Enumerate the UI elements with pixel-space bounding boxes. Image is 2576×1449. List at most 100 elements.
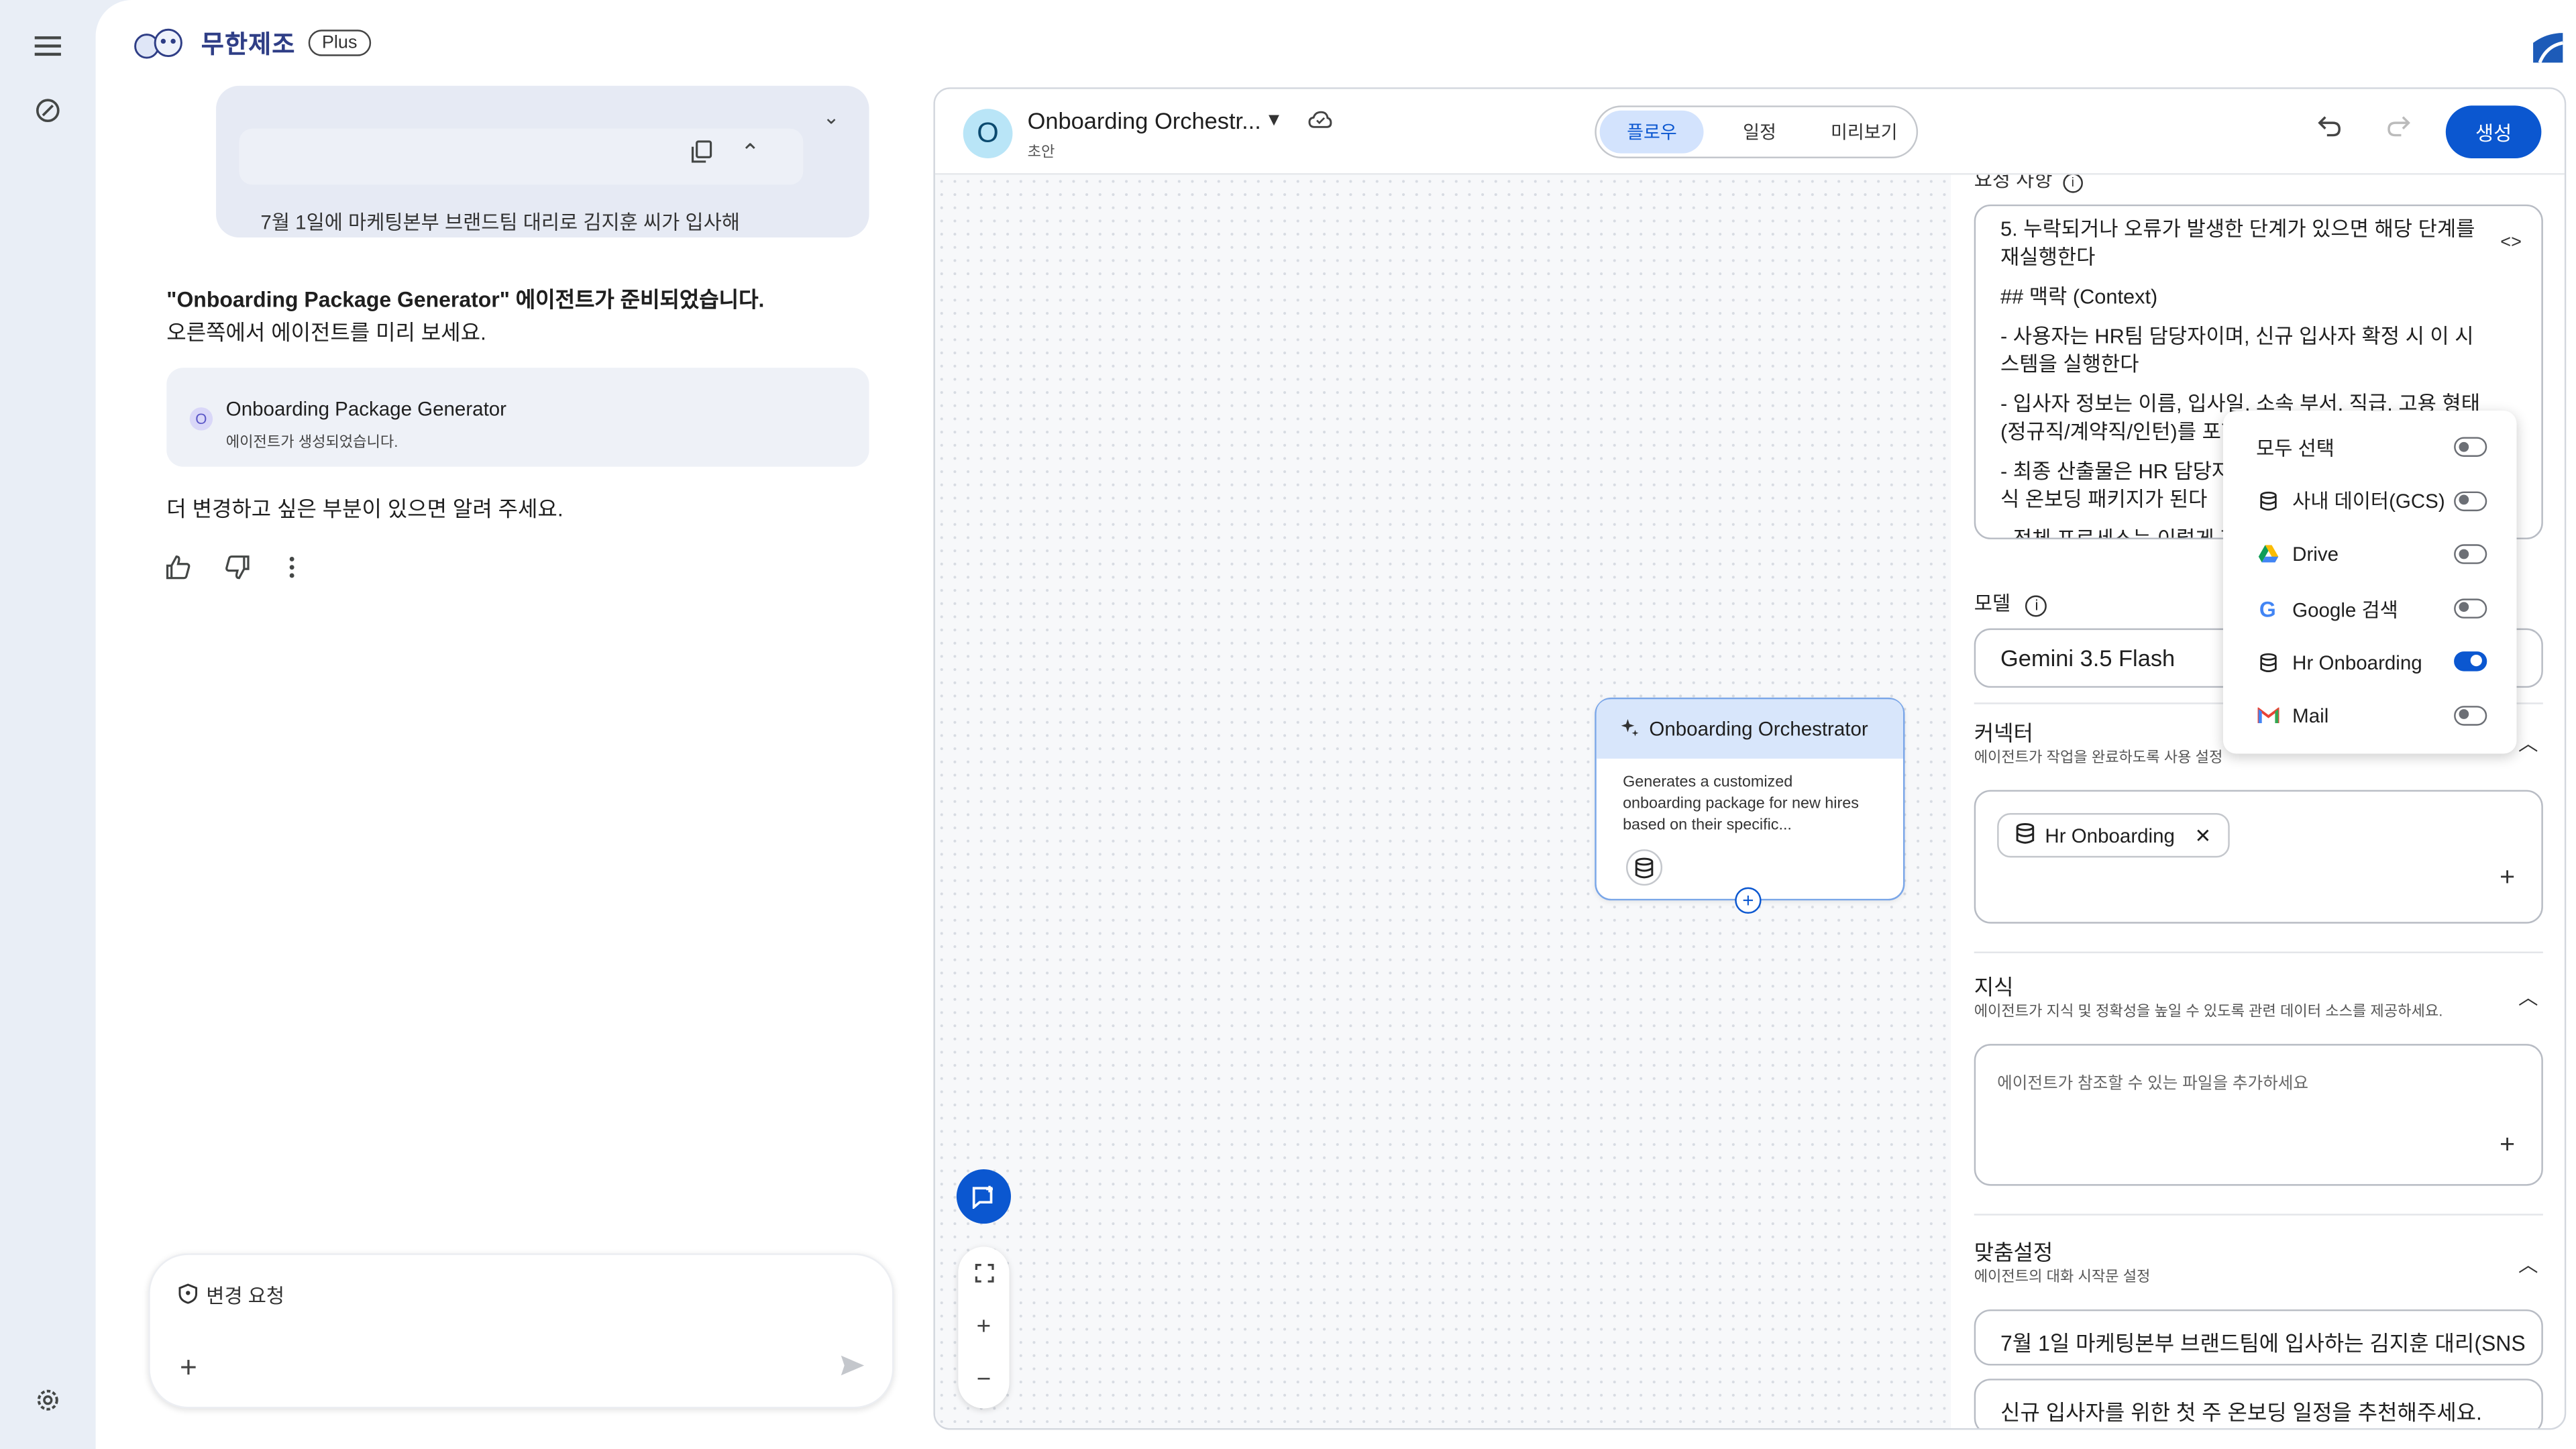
code-view-icon[interactable]: <>	[2500, 229, 2522, 258]
instruction-line: - 사용자는 HR팀 담당자이며, 신규 입사자 확정 시 이 시스템을 실행한…	[2000, 325, 2474, 376]
agent-node-description: Generates a customized onboarding packag…	[1623, 773, 1859, 835]
editor-toolbar: O Onboarding Orchestr... 초안 ▼ 플로우 일정 미리보…	[934, 89, 2565, 175]
redo-icon[interactable]	[2386, 115, 2411, 144]
tab-schedule[interactable]: 일정	[1707, 107, 1812, 157]
knowledge-subtitle: 에이전트가 지식 및 정확성을 높일 수 있도록 관련 데이터 소스를 제공하세…	[1974, 1002, 2443, 1020]
connector-chip[interactable]: Hr Onboarding ✕	[1997, 812, 2230, 858]
database-icon	[2256, 653, 2279, 673]
new-chat-icon[interactable]	[23, 86, 72, 136]
knowledge-box[interactable]: 에이전트가 참조할 수 있는 파일을 추가하세요 +	[1974, 1044, 2543, 1186]
chat-pane: ⌃ 7월 1일에 마케팅본부 브랜드팀 대리로 김지훈 씨가 입사해 ⌄ "On…	[96, 66, 920, 1449]
add-node-icon[interactable]: +	[1735, 887, 1762, 914]
chevron-up-icon[interactable]: ⌃	[741, 139, 760, 167]
cloud-saved-icon	[1308, 109, 1333, 133]
undo-icon[interactable]	[2317, 115, 2342, 144]
gmail-icon	[2256, 708, 2279, 724]
more-vert-icon[interactable]	[287, 554, 297, 587]
connector-option-mail[interactable]: Mail	[2223, 690, 2517, 743]
toggle-switch[interactable]	[2454, 490, 2487, 511]
option-label: 사내 데이터(GCS)	[2292, 490, 2445, 514]
zoom-out-icon[interactable]: −	[958, 1352, 1009, 1405]
agent-created-card[interactable]: O Onboarding Package Generator 에이전트가 생성되…	[166, 368, 869, 467]
info-icon[interactable]: i	[2063, 174, 2083, 193]
database-icon[interactable]	[1625, 849, 1663, 886]
connector-option-gcs[interactable]: 사내 데이터(GCS)	[2223, 474, 2517, 528]
remove-icon[interactable]: ✕	[2194, 824, 2211, 847]
brand-logo-icon	[132, 23, 189, 62]
collapsed-preview: 7월 1일에 마케팅본부 브랜드팀 대리로 김지훈 씨가 입사해	[260, 211, 740, 235]
view-tabs: 플로우 일정 미리보기	[1595, 105, 1919, 159]
create-button[interactable]: 생성	[2445, 105, 2542, 159]
option-label: Mail	[2292, 704, 2329, 728]
chevron-up-icon[interactable]: ︿	[2518, 729, 2538, 757]
brand[interactable]: 무한제조 Plus	[132, 23, 371, 62]
connector-chip-label: Hr Onboarding	[2045, 823, 2175, 847]
copy-icon[interactable]	[691, 140, 712, 168]
connectors-box: Hr Onboarding ✕ +	[1974, 790, 2543, 924]
option-label: 모두 선택	[2256, 436, 2334, 460]
toggle-switch[interactable]	[2454, 544, 2487, 565]
zoom-in-icon[interactable]: +	[958, 1299, 1009, 1352]
code-block	[239, 128, 804, 185]
thumbs-down-icon[interactable]	[224, 554, 250, 587]
database-icon	[2015, 822, 2035, 849]
agent-avatar: O	[963, 109, 1013, 159]
toggle-switch[interactable]	[2454, 706, 2487, 726]
agent-menu-chevron-icon[interactable]: ▼	[1265, 111, 1283, 131]
send-icon[interactable]	[839, 1354, 865, 1383]
divider	[1974, 1214, 2543, 1216]
option-label: Drive	[2292, 543, 2339, 567]
previous-message-card: ⌃ 7월 1일에 마케팅본부 브랜드팀 대리로 김지훈 씨가 입사해	[216, 85, 869, 238]
page-root: 무한제조 Plus ⌃ 7월 1일에 마케팅본부 브랜드팀 대리로 김지훈 씨가…	[0, 0, 2576, 1449]
knowledge-title: 지식	[1974, 974, 2014, 1000]
agent-card-name: Onboarding Package Generator	[225, 397, 506, 421]
connector-option-google-search[interactable]: G Google 검색	[2223, 582, 2517, 635]
agent-node-title: Onboarding Orchestrator	[1649, 717, 1868, 741]
add-comment-icon[interactable]	[956, 1169, 1011, 1224]
instructions-label: 요청 사항 i	[1974, 174, 2083, 193]
zoom-controls: + −	[958, 1246, 1010, 1409]
flow-canvas[interactable]: Onboarding Orchestrator Generates a cust…	[934, 174, 1951, 1428]
chevron-down-icon[interactable]: ⌄	[823, 105, 840, 128]
tab-flow[interactable]: 플로우	[1599, 110, 1705, 154]
menu-icon[interactable]	[23, 21, 72, 71]
add-attachment-icon[interactable]: +	[180, 1350, 197, 1385]
google-icon: G	[2259, 596, 2276, 621]
account-avatar-icon[interactable]	[2530, 30, 2566, 66]
agent-node[interactable]: Onboarding Orchestrator Generates a cust…	[1595, 697, 1905, 914]
agent-node-header: Onboarding Orchestrator	[1596, 699, 1903, 759]
chevron-up-icon[interactable]: ︿	[2518, 1250, 2538, 1278]
drive-icon	[2256, 545, 2279, 565]
conversation-starter[interactable]: 신규 입사자를 위한 첫 주 온보딩 일정을 추천해주세요.	[1974, 1379, 2543, 1428]
agent-card-status: 에이전트가 생성되었습니다.	[225, 433, 398, 451]
connector-menu: 모두 선택 사내 데이터(GCS) Drive G Google 검색 Hr O…	[2222, 411, 2517, 754]
chat-composer[interactable]: 변경 요청 +	[148, 1253, 894, 1409]
change-request-label: 변경 요청	[206, 1285, 285, 1308]
instruction-line: 5. 누락되거나 오류가 발생한 단계가 있으면 해당 단계를 재실행한다	[2000, 217, 2475, 269]
add-file-icon[interactable]: +	[2500, 1131, 2515, 1161]
info-icon[interactable]: i	[2025, 595, 2047, 617]
connector-option-select-all[interactable]: 모두 선택	[2223, 421, 2517, 474]
add-connector-icon[interactable]: +	[2500, 864, 2515, 894]
conversation-starter[interactable]: 7월 1일 마케팅본부 브랜드팀에 입사하는 김지훈 대리(SNS	[1974, 1309, 2543, 1366]
toggle-switch[interactable]	[2454, 651, 2487, 672]
instruction-line: ## 맥락 (Context)	[2000, 285, 2158, 309]
toggle-switch[interactable]	[2454, 437, 2487, 457]
change-request-chip[interactable]: 변경 요청	[178, 1281, 285, 1309]
agent-name[interactable]: Onboarding Orchestr...	[1028, 107, 1261, 133]
fit-view-icon[interactable]	[958, 1247, 1009, 1300]
tab-preview[interactable]: 미리보기	[1812, 107, 1917, 157]
shield-icon	[178, 1282, 199, 1308]
connector-option-hr-onboarding[interactable]: Hr Onboarding	[2223, 635, 2517, 689]
followup-text: 더 변경하고 싶은 부분이 있으면 알려 주세요.	[166, 496, 564, 521]
connector-option-drive[interactable]: Drive	[2223, 528, 2517, 582]
settings-icon[interactable]	[23, 1375, 72, 1425]
agent-draft-status: 초안	[1027, 143, 1055, 160]
brand-name: 무한제조	[201, 30, 296, 59]
thumbs-up-icon[interactable]	[165, 554, 191, 587]
model-label: 모델 i	[1974, 589, 2047, 617]
config-sidebar: 요청 사항 i 5. 누락되거나 오류가 발생한 단계가 있으면 해당 단계를 …	[1951, 174, 2565, 1428]
toggle-switch[interactable]	[2454, 598, 2487, 619]
app-surface: 무한제조 Plus ⌃ 7월 1일에 마케팅본부 브랜드팀 대리로 김지훈 씨가…	[95, 0, 2576, 1449]
chevron-up-icon[interactable]: ︿	[2518, 983, 2538, 1011]
